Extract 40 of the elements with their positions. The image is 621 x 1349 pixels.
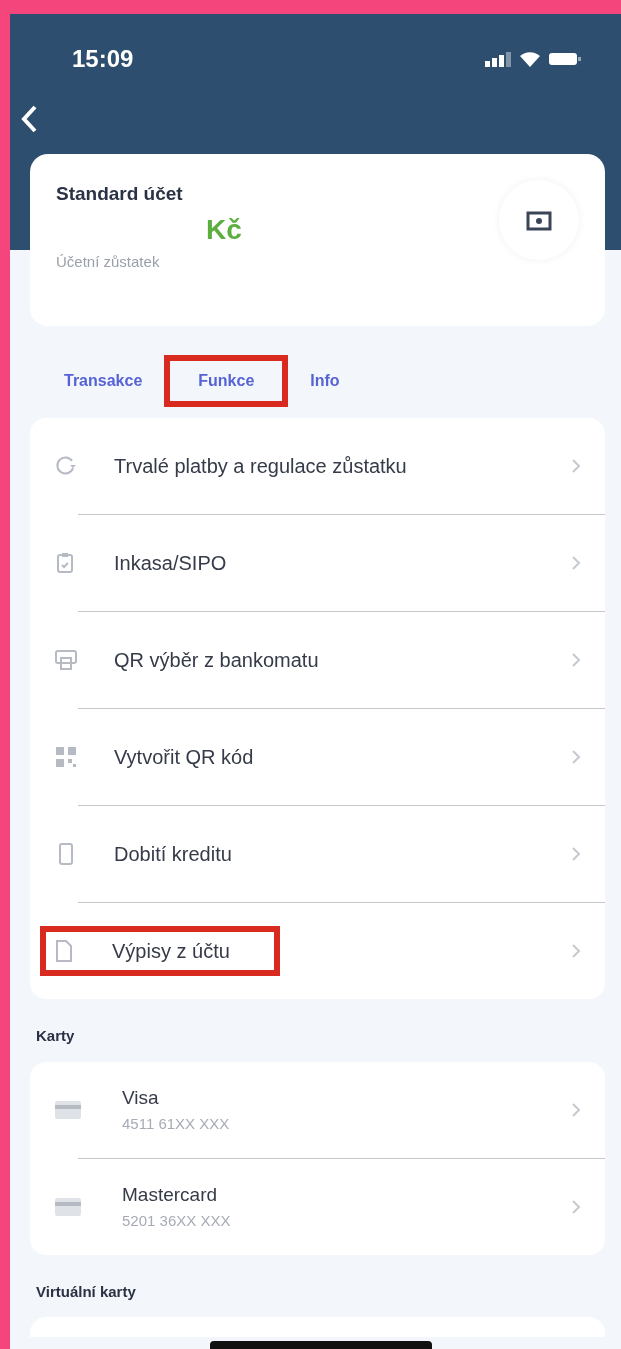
account-title: Standard účet [56, 182, 184, 206]
back-button[interactable] [20, 104, 38, 134]
chevron-icon [571, 1198, 581, 1215]
function-item[interactable]: Dobití kreditu [30, 806, 605, 902]
function-item[interactable]: Trvalé platby a regulace zůstatku [30, 418, 605, 514]
qr-code-icon [54, 745, 78, 769]
chevron-icon [571, 652, 581, 668]
atm-icon [54, 648, 78, 672]
chevron-icon [571, 943, 581, 959]
camera-icon [526, 210, 552, 231]
function-item[interactable]: Výpisy z účtu [30, 903, 605, 999]
tab[interactable]: Funkce [164, 355, 289, 407]
credit-card-icon [54, 1099, 82, 1120]
credit-card-icon [54, 1196, 82, 1217]
chevron-icon [571, 1101, 581, 1118]
card-item[interactable]: Mastercard 5201 36XX XXX [30, 1158, 605, 1255]
status-time: 15:09 [72, 44, 134, 74]
function-item[interactable]: Vytvořit QR kód [30, 709, 605, 805]
tab[interactable]: Info [302, 359, 348, 403]
balance-currency: Kč [206, 212, 242, 247]
card-number: 4511 61XX XXX [122, 1113, 230, 1134]
balance-label: Účetní zůstatek [56, 251, 161, 272]
card-name: Mastercard [122, 1183, 219, 1207]
card-item[interactable]: Visa 4511 61XX XXX [30, 1061, 605, 1158]
highlight-frame: Výpisy z účtu [40, 926, 280, 976]
chevron-icon [571, 555, 581, 571]
refresh-icon [54, 454, 78, 478]
signal-icon [485, 51, 511, 67]
section-title: Virtuální karty [35, 1281, 137, 1302]
section-title: Karty [35, 1026, 76, 1046]
card-name: Visa [122, 1086, 160, 1110]
function-item[interactable]: QR výběr z bankomatu [30, 612, 605, 708]
chevron-icon [571, 846, 581, 862]
wifi-icon [519, 51, 541, 67]
card-number: 5201 36XX XXX [122, 1210, 231, 1231]
chevron-icon [571, 458, 581, 474]
function-item[interactable]: Inkasa/SIPO [30, 515, 605, 611]
chevron-icon [571, 749, 581, 765]
battery-icon [549, 51, 581, 67]
tab[interactable]: Transakce [56, 359, 151, 403]
